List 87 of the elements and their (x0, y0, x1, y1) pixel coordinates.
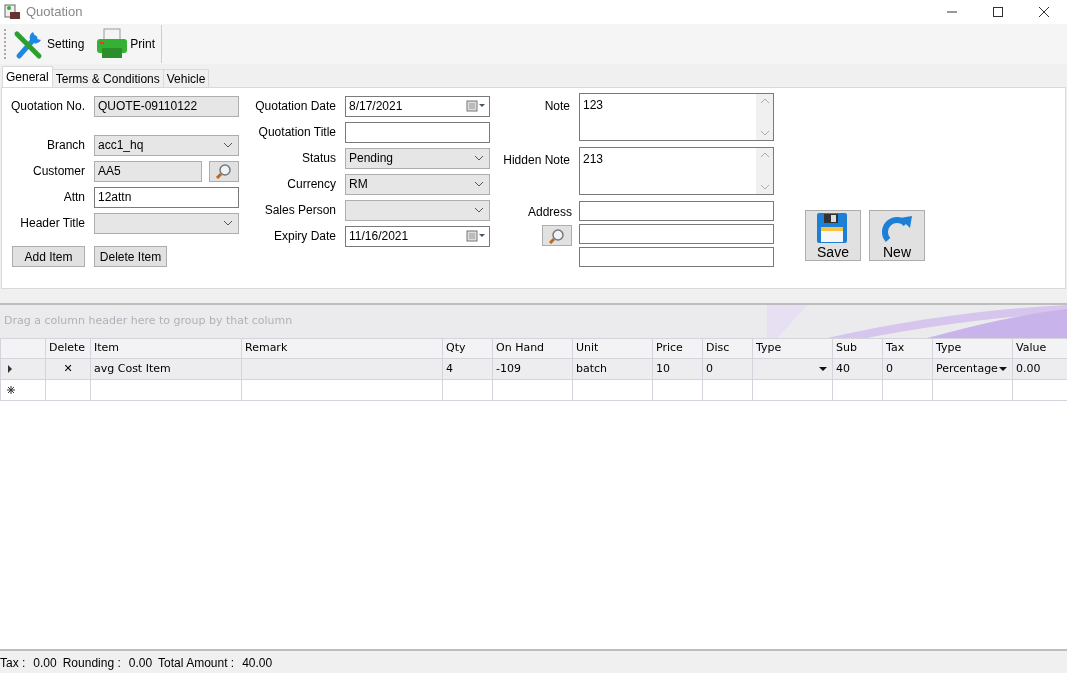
maximize-icon (993, 7, 1003, 17)
input-field[interactable]: AA5 (94, 160, 202, 182)
scrollbar[interactable] (756, 94, 773, 140)
status-value: 0.00 (128, 654, 153, 672)
item-button[interactable]: Add Item (12, 246, 85, 267)
group-panel-hint: Drag a column header here to group by that column (3, 313, 293, 330)
lookup-button[interactable] (209, 160, 239, 182)
toolbar-button[interactable]: Setting (7, 25, 91, 63)
field-label: Customer (32, 163, 86, 180)
field-label: Header Title (19, 215, 86, 232)
input-field[interactable]: 12attn (94, 186, 239, 208)
dropdown[interactable]: RM (345, 173, 490, 195)
note-field[interactable]: 123 (579, 93, 774, 141)
status-label: Rounding : (62, 654, 121, 672)
field-label: Note (543, 98, 571, 115)
address-field[interactable] (579, 247, 774, 267)
window-title: Quotation (26, 3, 83, 22)
chevron-down-icon (223, 142, 233, 148)
chevron-down-icon (474, 155, 484, 161)
dropdown[interactable] (345, 199, 490, 221)
app-icon (4, 4, 22, 20)
dropdown-arrow-icon (819, 367, 827, 371)
search-icon (548, 227, 566, 244)
field-label: Branch (45, 137, 86, 154)
field-label: Quotation Date (254, 98, 337, 115)
scroll-down-icon[interactable] (759, 184, 770, 190)
column-header[interactable]: Qty (442, 338, 493, 359)
field-label: Attn (62, 189, 86, 206)
tab[interactable]: General (2, 66, 53, 87)
column-header[interactable]: Type (932, 338, 1013, 359)
input-field[interactable]: QUOTE-09110122 (94, 95, 239, 117)
field-label: Status (300, 150, 337, 167)
field-label: Quotation No. (9, 98, 86, 115)
dropdown[interactable]: acc1_hq (94, 134, 239, 156)
address-field[interactable] (579, 224, 774, 244)
column-header[interactable]: Remark (241, 338, 443, 359)
status-value: 0.00 (33, 654, 57, 672)
calendar-icon (466, 99, 486, 113)
tab[interactable]: Vehicle (162, 69, 210, 87)
column-header[interactable]: On Hand (492, 338, 573, 359)
field-label: Address (527, 204, 572, 221)
field-label: Hidden Note (502, 152, 571, 169)
date-field[interactable]: 11/16/2021 (345, 225, 490, 247)
current-row-icon (8, 364, 13, 373)
column-header[interactable]: Item (90, 338, 242, 359)
column-header[interactable]: Delete (45, 338, 91, 359)
new-row-icon (7, 385, 15, 394)
column-header[interactable]: Unit (572, 338, 653, 359)
column-header[interactable]: Tax (882, 338, 933, 359)
row-indicator[interactable] (0, 379, 46, 401)
column-header[interactable]: Price (652, 338, 703, 359)
calendar-icon (466, 229, 486, 243)
toolbar-grip[interactable] (4, 29, 7, 59)
status-label: Tax : (0, 654, 26, 672)
scroll-down-icon[interactable] (759, 130, 770, 136)
toolbar-button[interactable]: Print (90, 25, 162, 63)
status-value: 40.00 (242, 654, 273, 672)
column-header[interactable]: Disc (702, 338, 753, 359)
address-field[interactable] (579, 201, 774, 221)
field-label: Quotation Title (257, 124, 337, 141)
field-label: Expiry Date (272, 228, 337, 245)
row-indicator[interactable] (0, 358, 46, 380)
new-button[interactable]: New (869, 210, 925, 261)
dropdown-arrow-icon (999, 367, 1007, 371)
field-label: Currency (286, 176, 337, 193)
dropdown[interactable]: Pending (345, 147, 490, 169)
status-label: Total Amount : (158, 654, 235, 672)
input-field[interactable] (345, 121, 490, 143)
date-field[interactable]: 8/17/2021 (345, 95, 490, 117)
scrollbar[interactable] (756, 148, 773, 194)
column-header[interactable]: Value (1012, 338, 1067, 359)
scroll-up-icon[interactable] (759, 152, 770, 158)
column-header[interactable]: Sub (832, 338, 883, 359)
note-field[interactable]: 213 (579, 147, 774, 195)
column-header[interactable]: Type (752, 338, 833, 359)
save-button[interactable]: Save (805, 210, 861, 261)
lookup-button[interactable] (542, 225, 572, 246)
close-icon (1039, 7, 1049, 17)
search-icon (215, 163, 233, 179)
item-button[interactable]: Delete Item (94, 246, 167, 267)
chevron-down-icon (223, 220, 233, 226)
printer-icon (96, 28, 129, 60)
dropdown[interactable] (94, 212, 239, 234)
scroll-up-icon[interactable] (759, 98, 770, 104)
chevron-down-icon (474, 207, 484, 213)
chevron-down-icon (474, 181, 484, 187)
field-label: Sales Person (263, 202, 337, 219)
